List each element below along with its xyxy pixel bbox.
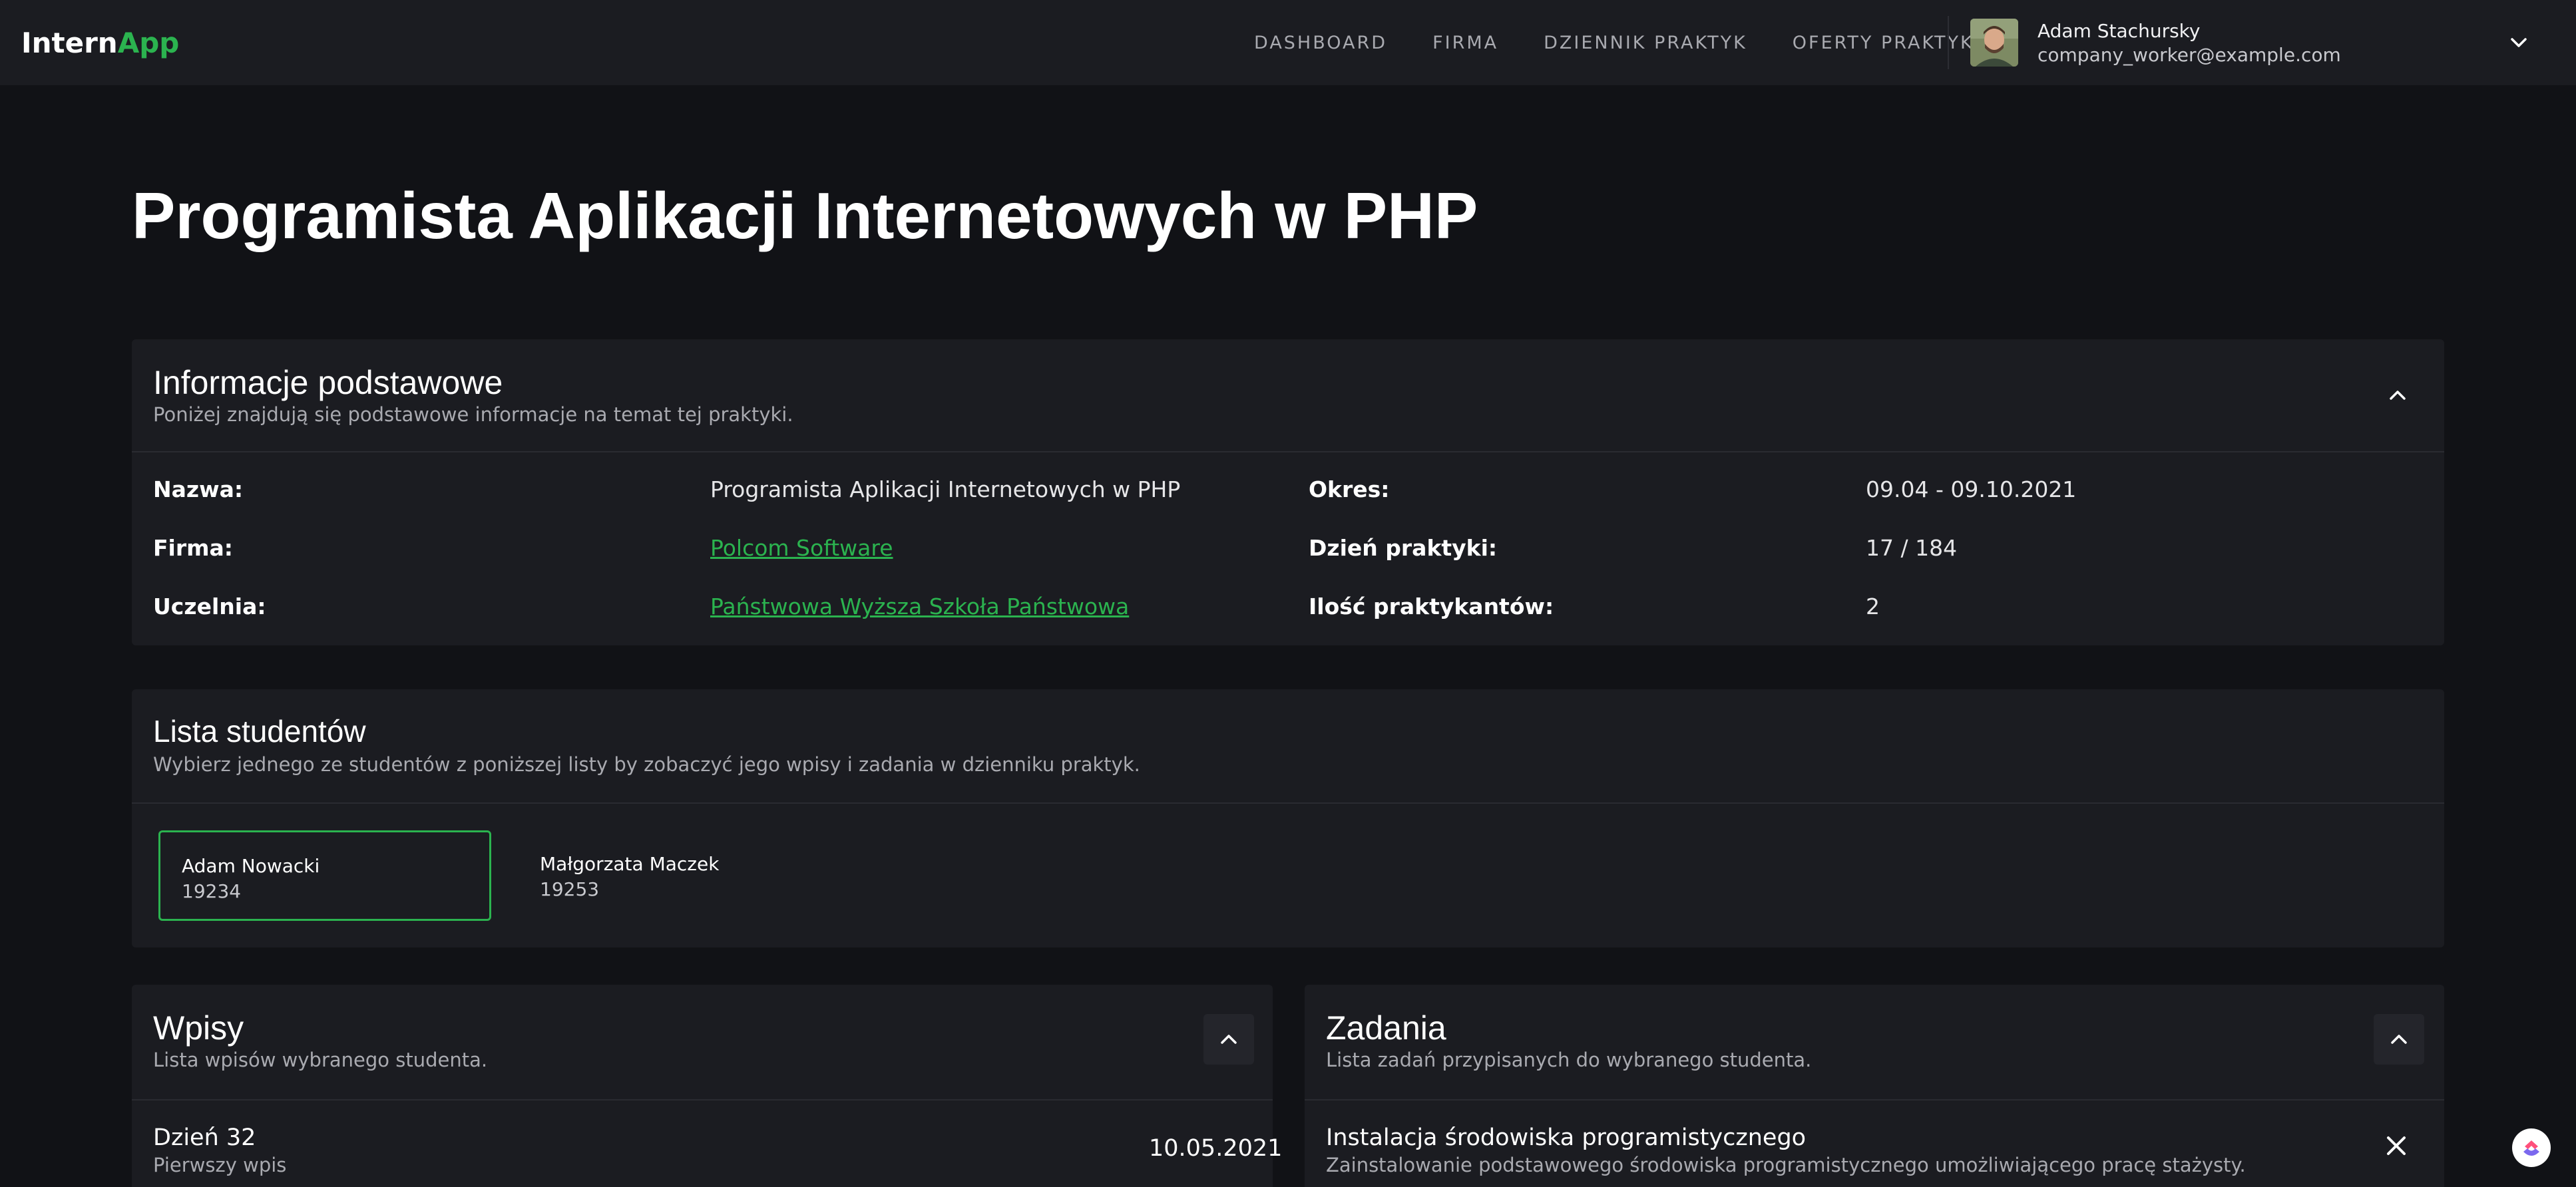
task-subtitle: Zainstalowanie podstawowego środowiska p… xyxy=(1326,1154,2246,1176)
floating-help-button[interactable] xyxy=(2512,1128,2551,1167)
info-label-period: Okres: xyxy=(1309,476,1390,502)
student-item-malgorzata-maczek[interactable]: Małgorzata Maczek 19253 xyxy=(519,830,851,921)
students-list-subtitle: Wybierz jednego ze studentów z poniższej… xyxy=(153,753,1140,776)
info-value-internship-day: 17 / 184 xyxy=(1866,535,1958,561)
students-list-title: Lista studentów xyxy=(153,714,366,749)
info-value-interns-count: 2 xyxy=(1866,594,1880,619)
nav-divider xyxy=(1948,16,1949,69)
entries-card: Wpisy Lista wpisów wybranego studenta. D… xyxy=(132,985,1282,1187)
basic-info-collapse-button[interactable] xyxy=(2372,370,2423,421)
tasks-header: Zadania Lista zadań przypisanych do wybr… xyxy=(1305,985,2444,1101)
logo-text-main: Intern xyxy=(21,27,118,59)
info-label-internship-day: Dzień praktyki: xyxy=(1309,535,1498,561)
info-label-name: Nazwa: xyxy=(153,476,244,502)
chevron-up-icon xyxy=(2391,1035,2407,1044)
university-link[interactable]: Państwowa Wyższa Szkoła Państwowa xyxy=(710,594,1129,619)
entries-subtitle: Lista wpisów wybranego studenta. xyxy=(153,1049,488,1071)
basic-info-card: Informacje podstawowe Poniżej znajdują s… xyxy=(132,339,2444,645)
user-name: Adam Stachursky xyxy=(2038,20,2201,42)
main-nav: DASHBOARD FIRMA DZIENNIK PRAKTYK OFERTY … xyxy=(1254,0,2020,85)
clickup-icon xyxy=(2523,1140,2539,1156)
nav-item-firma[interactable]: FIRMA xyxy=(1432,33,1498,53)
student-id: 19253 xyxy=(540,878,600,900)
chevron-up-icon xyxy=(2390,391,2406,400)
student-name: Małgorzata Maczek xyxy=(540,853,720,875)
students-list-card: Lista studentów Wybierz jednego ze stude… xyxy=(132,689,2444,947)
info-value-period: 09.04 - 09.10.2021 xyxy=(1866,476,2077,502)
tasks-collapse-button[interactable] xyxy=(2374,1014,2424,1065)
app-logo[interactable]: InternApp xyxy=(21,27,179,59)
tasks-card: Zadania Lista zadań przypisanych do wybr… xyxy=(1305,985,2444,1187)
nav-item-dziennik-praktyk[interactable]: DZIENNIK PRAKTYK xyxy=(1544,33,1747,53)
entry-subtitle: Pierwszy wpis xyxy=(153,1154,287,1176)
chevron-down-icon xyxy=(2511,38,2527,47)
entries-header: Wpisy Lista wpisów wybranego studenta. xyxy=(132,985,1273,1101)
basic-info-header: Informacje podstawowe Poniżej znajdują s… xyxy=(132,339,2444,452)
entry-title: Dzień 32 xyxy=(153,1124,256,1151)
nav-item-dashboard[interactable]: DASHBOARD xyxy=(1254,33,1387,53)
entries-collapse-button[interactable] xyxy=(1203,1014,1254,1065)
company-link[interactable]: Polcom Software xyxy=(710,535,893,561)
page-title: Programista Aplikacji Internetowych w PH… xyxy=(132,179,1478,252)
top-navigation-bar: InternApp DASHBOARD FIRMA DZIENNIK PRAKT… xyxy=(0,0,2576,85)
entries-title: Wpisy xyxy=(153,1009,244,1047)
entry-date: 10.05.2021 xyxy=(1149,1135,1283,1162)
tasks-title: Zadania xyxy=(1326,1009,1446,1047)
student-item-adam-nowacki[interactable]: Adam Nowacki 19234 xyxy=(158,830,491,921)
logo-text-accent: App xyxy=(117,27,180,59)
user-menu-toggle[interactable] xyxy=(2505,29,2532,56)
student-name: Adam Nowacki xyxy=(182,855,320,877)
students-list-header: Lista studentów Wybierz jednego ze stude… xyxy=(132,689,2444,804)
close-icon xyxy=(2387,1136,2406,1155)
user-email: company_worker@example.com xyxy=(2038,44,2341,66)
tasks-subtitle: Lista zadań przypisanych do wybranego st… xyxy=(1326,1049,1812,1071)
chevron-up-icon xyxy=(1221,1035,1237,1044)
avatar-image xyxy=(1970,19,2018,67)
basic-info-subtitle: Poniżej znajdują się podstawowe informac… xyxy=(153,403,793,426)
basic-info-title: Informacje podstawowe xyxy=(153,364,503,401)
task-title: Instalacja środowiska programistycznego xyxy=(1326,1124,1807,1151)
student-id: 19234 xyxy=(182,880,242,902)
nav-item-oferty-praktyk[interactable]: OFERTY PRAKTYK xyxy=(1793,33,1974,53)
remove-task-button[interactable] xyxy=(2378,1127,2415,1164)
info-label-company: Firma: xyxy=(153,535,233,561)
info-value-name: Programista Aplikacji Internetowych w PH… xyxy=(710,476,1181,502)
info-label-interns-count: Ilość praktykantów: xyxy=(1309,594,1554,619)
info-label-university: Uczelnia: xyxy=(153,594,266,619)
user-avatar[interactable] xyxy=(1970,19,2018,67)
